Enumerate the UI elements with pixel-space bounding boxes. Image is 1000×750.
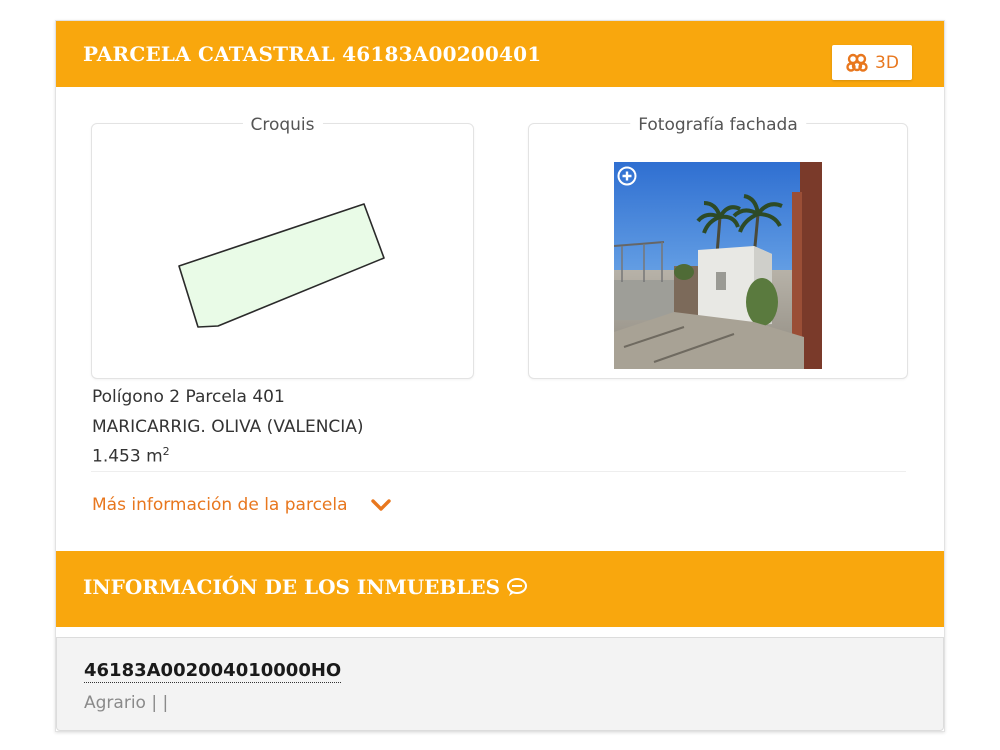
parcel-title: PARCELA CATASTRAL 46183A00200401 xyxy=(83,42,542,66)
more-info-link[interactable]: Más información de la parcela xyxy=(92,495,392,515)
photo-label: Fotografía fachada xyxy=(630,115,806,135)
parcel-header: PARCELA CATASTRAL 46183A00200401 3D xyxy=(56,21,944,87)
info-separator xyxy=(91,471,906,472)
view-3d-label: 3D xyxy=(875,52,899,73)
inmueble-reference-link[interactable]: 46183A002004010000HO xyxy=(84,660,342,683)
parcel-card: PARCELA CATASTRAL 46183A00200401 3D Croq… xyxy=(55,20,945,732)
parcel-area-exponent: 2 xyxy=(162,445,170,458)
parcel-municipality: MARICARRIG. OLIVA (VALENCIA) xyxy=(92,417,364,437)
photo-panel: Fotografía fachada xyxy=(528,115,908,379)
parcel-area: 1.453 m2 xyxy=(92,445,170,467)
parcel-sketch[interactable] xyxy=(92,124,473,378)
inmueble-item: 46183A002004010000HO Agrario | | xyxy=(56,637,944,731)
facade-photo-image xyxy=(614,162,822,369)
inmueble-type: Agrario | | xyxy=(84,693,169,713)
comment-icon xyxy=(507,578,528,596)
facade-photo[interactable] xyxy=(614,162,822,369)
view-3d-button[interactable]: 3D xyxy=(832,45,912,80)
users-3d-icon xyxy=(845,53,869,73)
parcel-outline xyxy=(178,203,385,328)
inmuebles-title-text: INFORMACIÓN DE LOS INMUEBLES xyxy=(83,575,501,599)
parcel-area-value: 1.453 m xyxy=(92,446,163,467)
inmuebles-title: INFORMACIÓN DE LOS INMUEBLES xyxy=(83,575,528,599)
more-info-label: Más información de la parcela xyxy=(92,495,348,515)
chevron-down-icon xyxy=(370,499,391,511)
zoom-plus-icon[interactable] xyxy=(617,166,637,186)
parcel-location: Polígono 2 Parcela 401 xyxy=(92,387,285,407)
croquis-panel: Croquis xyxy=(91,115,474,379)
inmuebles-header: INFORMACIÓN DE LOS INMUEBLES xyxy=(56,551,944,627)
